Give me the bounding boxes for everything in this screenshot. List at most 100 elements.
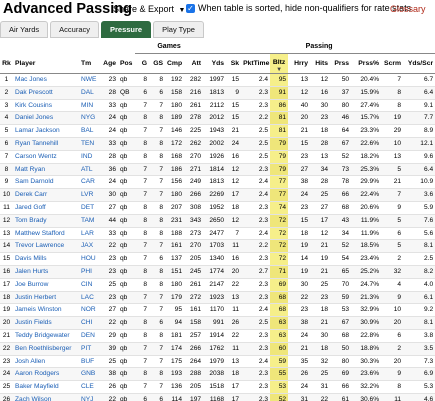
- cell-age: 22: [108, 395, 116, 401]
- player-link[interactable]: Dak Prescott: [15, 89, 53, 96]
- cell-scrm: 8: [397, 101, 402, 109]
- player-link[interactable]: Teddy Bridgewater: [15, 332, 70, 339]
- tab-pressure[interactable]: Pressure: [101, 21, 152, 38]
- cell-player: Matt Ryan: [13, 163, 79, 176]
- team-link[interactable]: NOR: [81, 306, 96, 313]
- team-link[interactable]: LVR: [81, 191, 93, 198]
- player-link[interactable]: Mac Jones: [15, 76, 47, 83]
- player-link[interactable]: Matthew Stafford: [15, 230, 65, 237]
- player-link[interactable]: Kirk Cousins: [15, 102, 52, 109]
- hide-non-qualifiers-checkbox[interactable]: ✓: [186, 3, 195, 13]
- table-row: 25 Baker Mayfield CLE 26 qb 7 7 136 205 1518 17 2.3…: [0, 380, 435, 394]
- column-header-pkttime[interactable]: PktTime: [241, 53, 271, 74]
- player-link[interactable]: Jameis Winston: [15, 306, 62, 313]
- cell-player: Zach Wilson: [13, 393, 79, 401]
- player-link[interactable]: Carson Wentz: [15, 153, 57, 160]
- team-link[interactable]: GNB: [81, 370, 95, 377]
- player-link[interactable]: Justin Fields: [15, 319, 52, 326]
- tab-play-type[interactable]: Play Type: [153, 21, 204, 38]
- player-link[interactable]: Ben Roethlisberger: [15, 345, 71, 352]
- team-link[interactable]: BUF: [81, 358, 94, 365]
- player-link[interactable]: Justin Herbert: [15, 294, 56, 301]
- player-link[interactable]: Lamar Jackson: [15, 127, 60, 134]
- team-link[interactable]: DAL: [81, 89, 94, 96]
- player-link[interactable]: Aaron Rodgers: [15, 370, 59, 377]
- team-link[interactable]: BAL: [81, 127, 93, 134]
- column-header-hits[interactable]: Hits: [310, 53, 331, 74]
- column-header-prss[interactable]: Prss: [330, 53, 352, 74]
- team-link[interactable]: JAX: [81, 242, 93, 249]
- column-header-prss-[interactable]: Prss%: [351, 53, 382, 74]
- column-header-rk[interactable]: Rk: [0, 53, 13, 74]
- cell-age: 23: [108, 293, 116, 301]
- player-link[interactable]: Zach Wilson: [15, 396, 51, 401]
- column-header-age[interactable]: Age: [101, 53, 118, 74]
- team-link[interactable]: CHI: [81, 319, 92, 326]
- team-link[interactable]: NYJ: [81, 396, 93, 401]
- cell-gs: 6: [159, 255, 164, 263]
- player-link[interactable]: Joe Burrow: [15, 281, 48, 288]
- column-header-yds-scr[interactable]: Yds/Scr: [403, 53, 435, 74]
- team-link[interactable]: NYG: [81, 114, 95, 121]
- team-link[interactable]: DEN: [81, 332, 95, 339]
- checkmark-icon: ✓: [187, 3, 194, 13]
- team-link[interactable]: DET: [81, 204, 94, 211]
- cell-yds-scr: 2.5: [423, 255, 434, 263]
- column-header-sk[interactable]: Sk: [226, 53, 242, 74]
- team-link[interactable]: HOU: [81, 255, 96, 262]
- player-link[interactable]: Jared Goff: [15, 204, 46, 211]
- player-link[interactable]: Ryan Tannehill: [15, 140, 58, 147]
- team-link[interactable]: CIN: [81, 281, 92, 288]
- team-link[interactable]: TAM: [81, 217, 94, 224]
- team-link[interactable]: MIN: [81, 102, 93, 109]
- team-link[interactable]: NWE: [81, 76, 96, 83]
- column-header-g[interactable]: G: [135, 53, 150, 74]
- player-link[interactable]: Daniel Jones: [15, 114, 53, 121]
- cell-gs: 7: [159, 344, 164, 352]
- player-link[interactable]: Trevor Lawrence: [15, 242, 64, 249]
- cell-g: 7: [143, 178, 148, 186]
- column-header-pos[interactable]: Pos: [118, 53, 136, 74]
- cell-g: 7: [143, 383, 148, 391]
- cell-hrry: 31: [300, 395, 309, 401]
- tab-accuracy[interactable]: Accuracy: [50, 21, 99, 38]
- cell-g: 7: [143, 101, 148, 109]
- player-link[interactable]: Josh Allen: [15, 358, 45, 365]
- team-link[interactable]: CAR: [81, 178, 95, 185]
- glossary-link[interactable]: Glossary: [390, 4, 426, 14]
- column-header-scrm[interactable]: Scrm: [381, 53, 404, 74]
- column-header-tm[interactable]: Tm: [79, 53, 101, 74]
- player-link[interactable]: Sam Darnold: [15, 178, 53, 185]
- team-link[interactable]: IND: [81, 153, 92, 160]
- team-link[interactable]: LAR: [81, 230, 94, 237]
- column-header-att[interactable]: Att: [184, 53, 204, 74]
- cell-bltz: 95: [270, 73, 289, 87]
- column-header-player[interactable]: Player: [13, 53, 79, 74]
- team-link[interactable]: PIT: [81, 345, 91, 352]
- team-link[interactable]: ATL: [81, 166, 93, 173]
- player-link[interactable]: Tom Brady: [15, 217, 47, 224]
- cell-hits: 18: [320, 344, 329, 352]
- player-link[interactable]: Derek Carr: [15, 191, 47, 198]
- cell-cmp: 146: [171, 127, 183, 135]
- tab-air-yards[interactable]: Air Yards: [0, 21, 49, 38]
- player-link[interactable]: Jalen Hurts: [15, 268, 48, 275]
- cell-bltz: 72: [270, 227, 289, 240]
- team-link[interactable]: PHI: [81, 268, 92, 275]
- column-header-hrry[interactable]: Hrry: [288, 53, 311, 74]
- cell-g: 7: [143, 344, 148, 352]
- cell-bltz: 72: [270, 252, 289, 266]
- team-link[interactable]: LAC: [81, 294, 94, 301]
- hide-non-qualifiers-option[interactable]: ✓ When table is sorted, hide non-qualifi…: [186, 3, 411, 13]
- team-link[interactable]: TEN: [81, 140, 94, 147]
- player-link[interactable]: Davis Mills: [15, 255, 47, 262]
- player-link[interactable]: Matt Ryan: [15, 166, 45, 173]
- share-export-menu[interactable]: Share & Export ▼: [113, 4, 185, 14]
- column-header-cmp[interactable]: Cmp: [165, 53, 185, 74]
- team-link[interactable]: CLE: [81, 383, 94, 390]
- cell-pos: qb: [120, 267, 128, 275]
- column-header-bltz[interactable]: Bltz ▼: [270, 53, 289, 74]
- column-header-yds[interactable]: Yds: [203, 53, 227, 74]
- player-link[interactable]: Baker Mayfield: [15, 383, 59, 390]
- column-header-gs[interactable]: GS: [149, 53, 166, 74]
